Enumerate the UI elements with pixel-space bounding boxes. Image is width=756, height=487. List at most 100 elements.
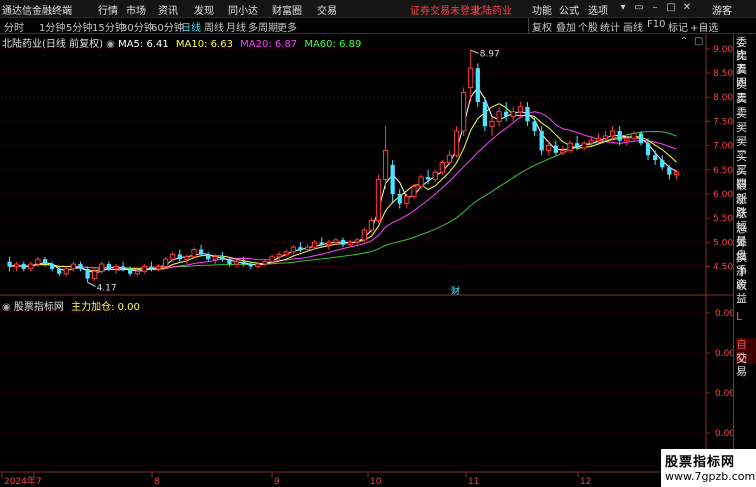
candle-body [638,133,644,144]
candle-body [397,193,402,204]
candle-body [645,143,651,156]
candle-body [660,160,665,168]
candle-body [248,264,253,267]
candle-body [49,264,55,269]
candle-body [262,261,268,265]
candle-body [304,246,311,251]
candle-body [70,263,77,270]
trade-label[interactable]: 交易 [736,352,756,378]
lower-settings-icon[interactable]: ◉ [2,302,14,313]
high-pointer [470,49,479,54]
candle-body [525,106,530,122]
candle-body [28,263,34,270]
candle-body [255,263,261,267]
candle-body [220,256,225,260]
candle-body [326,241,332,246]
candle-body [368,220,375,231]
candle-body [588,140,594,144]
candle-body [460,91,467,132]
candle-body [482,102,488,127]
quote-level-indicator[interactable]: L [736,310,742,323]
candle-body [113,265,119,270]
x-tick-label: 2024年 [4,475,36,487]
high-price-label: 8.97 [480,49,500,59]
candle-body [404,195,410,205]
candle-body [354,239,360,243]
candle-body [475,68,480,103]
candle-body [57,268,62,274]
x-tick-label: 8 [154,477,160,487]
candle-body [539,131,544,151]
candle-body [233,261,240,265]
candle-body [170,253,176,260]
candle-body [382,149,389,180]
candle-body [496,111,502,122]
candle-body [510,111,516,118]
price-tick-label: 7.00 [713,142,733,152]
candle-body [92,270,98,280]
lower-pane-header: ◉ 股票指标网 主力加仓: 0.00 [2,298,140,313]
candle-body [581,142,587,149]
candle-body [468,67,474,89]
candle-body [319,242,324,245]
candle-body [241,261,246,265]
candle-body [85,268,90,279]
low-pointer [87,282,96,287]
candle-body [269,256,275,263]
candle-body [439,162,445,173]
candle-body [149,266,154,269]
candle-body [283,251,289,255]
candle-body [141,265,147,272]
logo-line1: 股票指标网 [665,455,736,470]
price-tick-label: 7.50 [713,117,733,127]
candle-body [432,171,438,180]
candle-body [673,171,680,176]
candle-body [14,263,20,267]
candle-body [206,254,211,260]
candle-body [489,120,495,127]
candle-body [212,256,218,260]
x-tick-label: 12 [580,477,591,487]
candle-body [553,145,558,153]
candle-body [375,178,382,222]
candle-body [574,143,580,148]
candle-body [532,121,537,132]
candle-body [333,239,339,243]
price-tick-label: 4.50 [713,262,733,272]
candle-body [134,270,140,275]
ma60-line [9,130,677,269]
candlestick-chart[interactable]: 9.00 8.50 8.00 7.50 7.00 6.50 6.00 5.50 5.00 4.50… [0,0,756,487]
candle-body [411,186,417,197]
candle-body [517,106,523,113]
finance-marker: 财 [451,285,460,297]
candle-body [163,258,169,267]
candle-body [35,258,41,265]
indicator-label: 主力加仓: 0.00 [71,302,140,313]
candle-body [390,164,395,194]
candle-body [595,137,602,142]
candle-body [667,167,672,175]
candle-body [177,254,182,260]
price-tick-label: 9.00 [713,45,733,55]
candle-body [453,130,460,156]
candle-body [418,176,424,188]
x-tick-label: 10 [370,477,382,487]
candle-body [624,137,630,142]
site-logo: 股票指标网 www.7gpzb.com [661,449,756,487]
candle-body [7,261,12,267]
price-tick-label: 5.00 [713,238,733,248]
candle-body [347,241,353,246]
candle-body [504,111,509,117]
candle-body [617,131,622,141]
candle-body [290,246,296,253]
candle-body [227,259,232,265]
candle-body [99,263,105,272]
quote-label: 收益 [736,279,747,306]
x-tick-label: 7 [36,477,42,487]
price-tick-label: 5.50 [713,214,733,224]
candle-body [609,130,616,137]
x-tick-label: 9 [274,477,280,487]
candle-body [446,154,453,164]
price-tick-label: 6.00 [713,190,733,200]
candle-body [546,145,552,151]
